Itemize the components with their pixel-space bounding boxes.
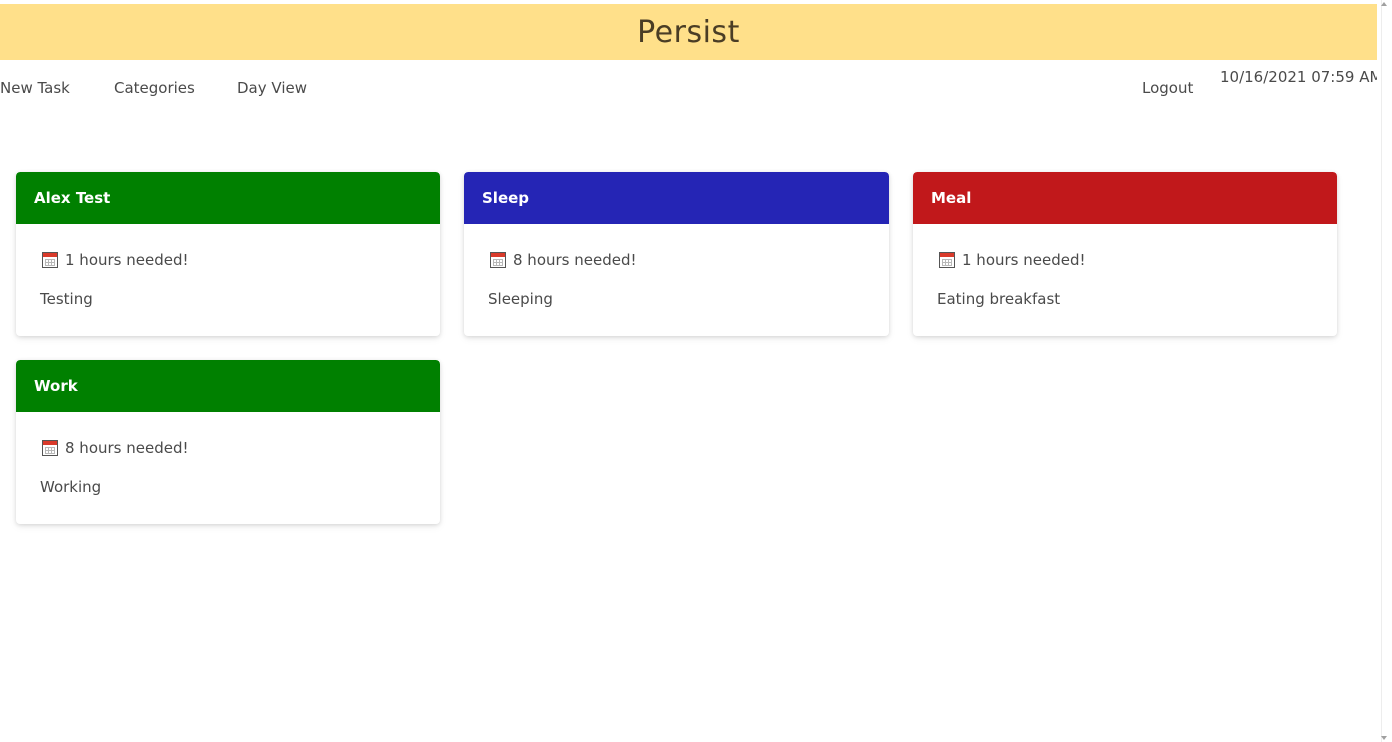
card-header: Sleep — [464, 172, 889, 224]
nav-new-task[interactable]: New Task — [0, 79, 70, 97]
card-header: Meal — [913, 172, 1337, 224]
task-card[interactable]: Meal 1 hours needed! Eating breakfast — [913, 172, 1337, 336]
hours-row: 8 hours needed! — [40, 438, 416, 458]
card-description: Sleeping — [488, 290, 553, 308]
scrollbar[interactable] — [1377, 0, 1392, 742]
hours-needed: 1 hours needed! — [65, 251, 189, 269]
card-body: 1 hours needed! Eating breakfast — [913, 250, 1337, 308]
task-card[interactable]: Sleep 8 hours needed! Sleeping — [464, 172, 889, 336]
card-title: Work — [34, 377, 78, 395]
calendar-icon — [42, 252, 58, 268]
hours-needed: 8 hours needed! — [65, 439, 189, 457]
card-body: 8 hours needed! Working — [16, 438, 440, 496]
card-title: Meal — [931, 189, 972, 207]
card-body: 8 hours needed! Sleeping — [464, 250, 889, 308]
hours-needed: 1 hours needed! — [962, 251, 1086, 269]
calendar-icon — [939, 252, 955, 268]
hours-row: 8 hours needed! — [488, 250, 865, 270]
nav-categories[interactable]: Categories — [114, 79, 195, 97]
hours-needed: 8 hours needed! — [513, 251, 637, 269]
card-header: Alex Test — [16, 172, 440, 224]
nav-day-view[interactable]: Day View — [237, 79, 307, 97]
scroll-up-icon[interactable] — [1381, 2, 1387, 6]
page: Persist New Task Categories Day View Log… — [0, 0, 1392, 742]
card-body: 1 hours needed! Testing — [16, 250, 440, 308]
card-title: Alex Test — [34, 189, 111, 207]
current-datetime: 10/16/2021 07:59 AM — [1220, 68, 1383, 86]
card-title: Sleep — [482, 189, 530, 207]
card-description: Eating breakfast — [937, 290, 1061, 308]
card-description: Testing — [40, 290, 93, 308]
calendar-icon — [490, 252, 506, 268]
nav-logout[interactable]: Logout — [1142, 79, 1193, 97]
card-description: Working — [40, 478, 102, 496]
card-header: Work — [16, 360, 440, 412]
scroll-down-icon[interactable] — [1381, 736, 1387, 740]
calendar-icon — [42, 440, 58, 456]
header-banner: Persist — [0, 4, 1377, 60]
hours-row: 1 hours needed! — [40, 250, 416, 270]
task-card[interactable]: Alex Test 1 hours needed! Testing — [16, 172, 440, 336]
hours-row: 1 hours needed! — [937, 250, 1313, 270]
scrollbar-edge — [1381, 0, 1382, 742]
task-card[interactable]: Work 8 hours needed! Working — [16, 360, 440, 524]
app-title: Persist — [637, 15, 740, 50]
